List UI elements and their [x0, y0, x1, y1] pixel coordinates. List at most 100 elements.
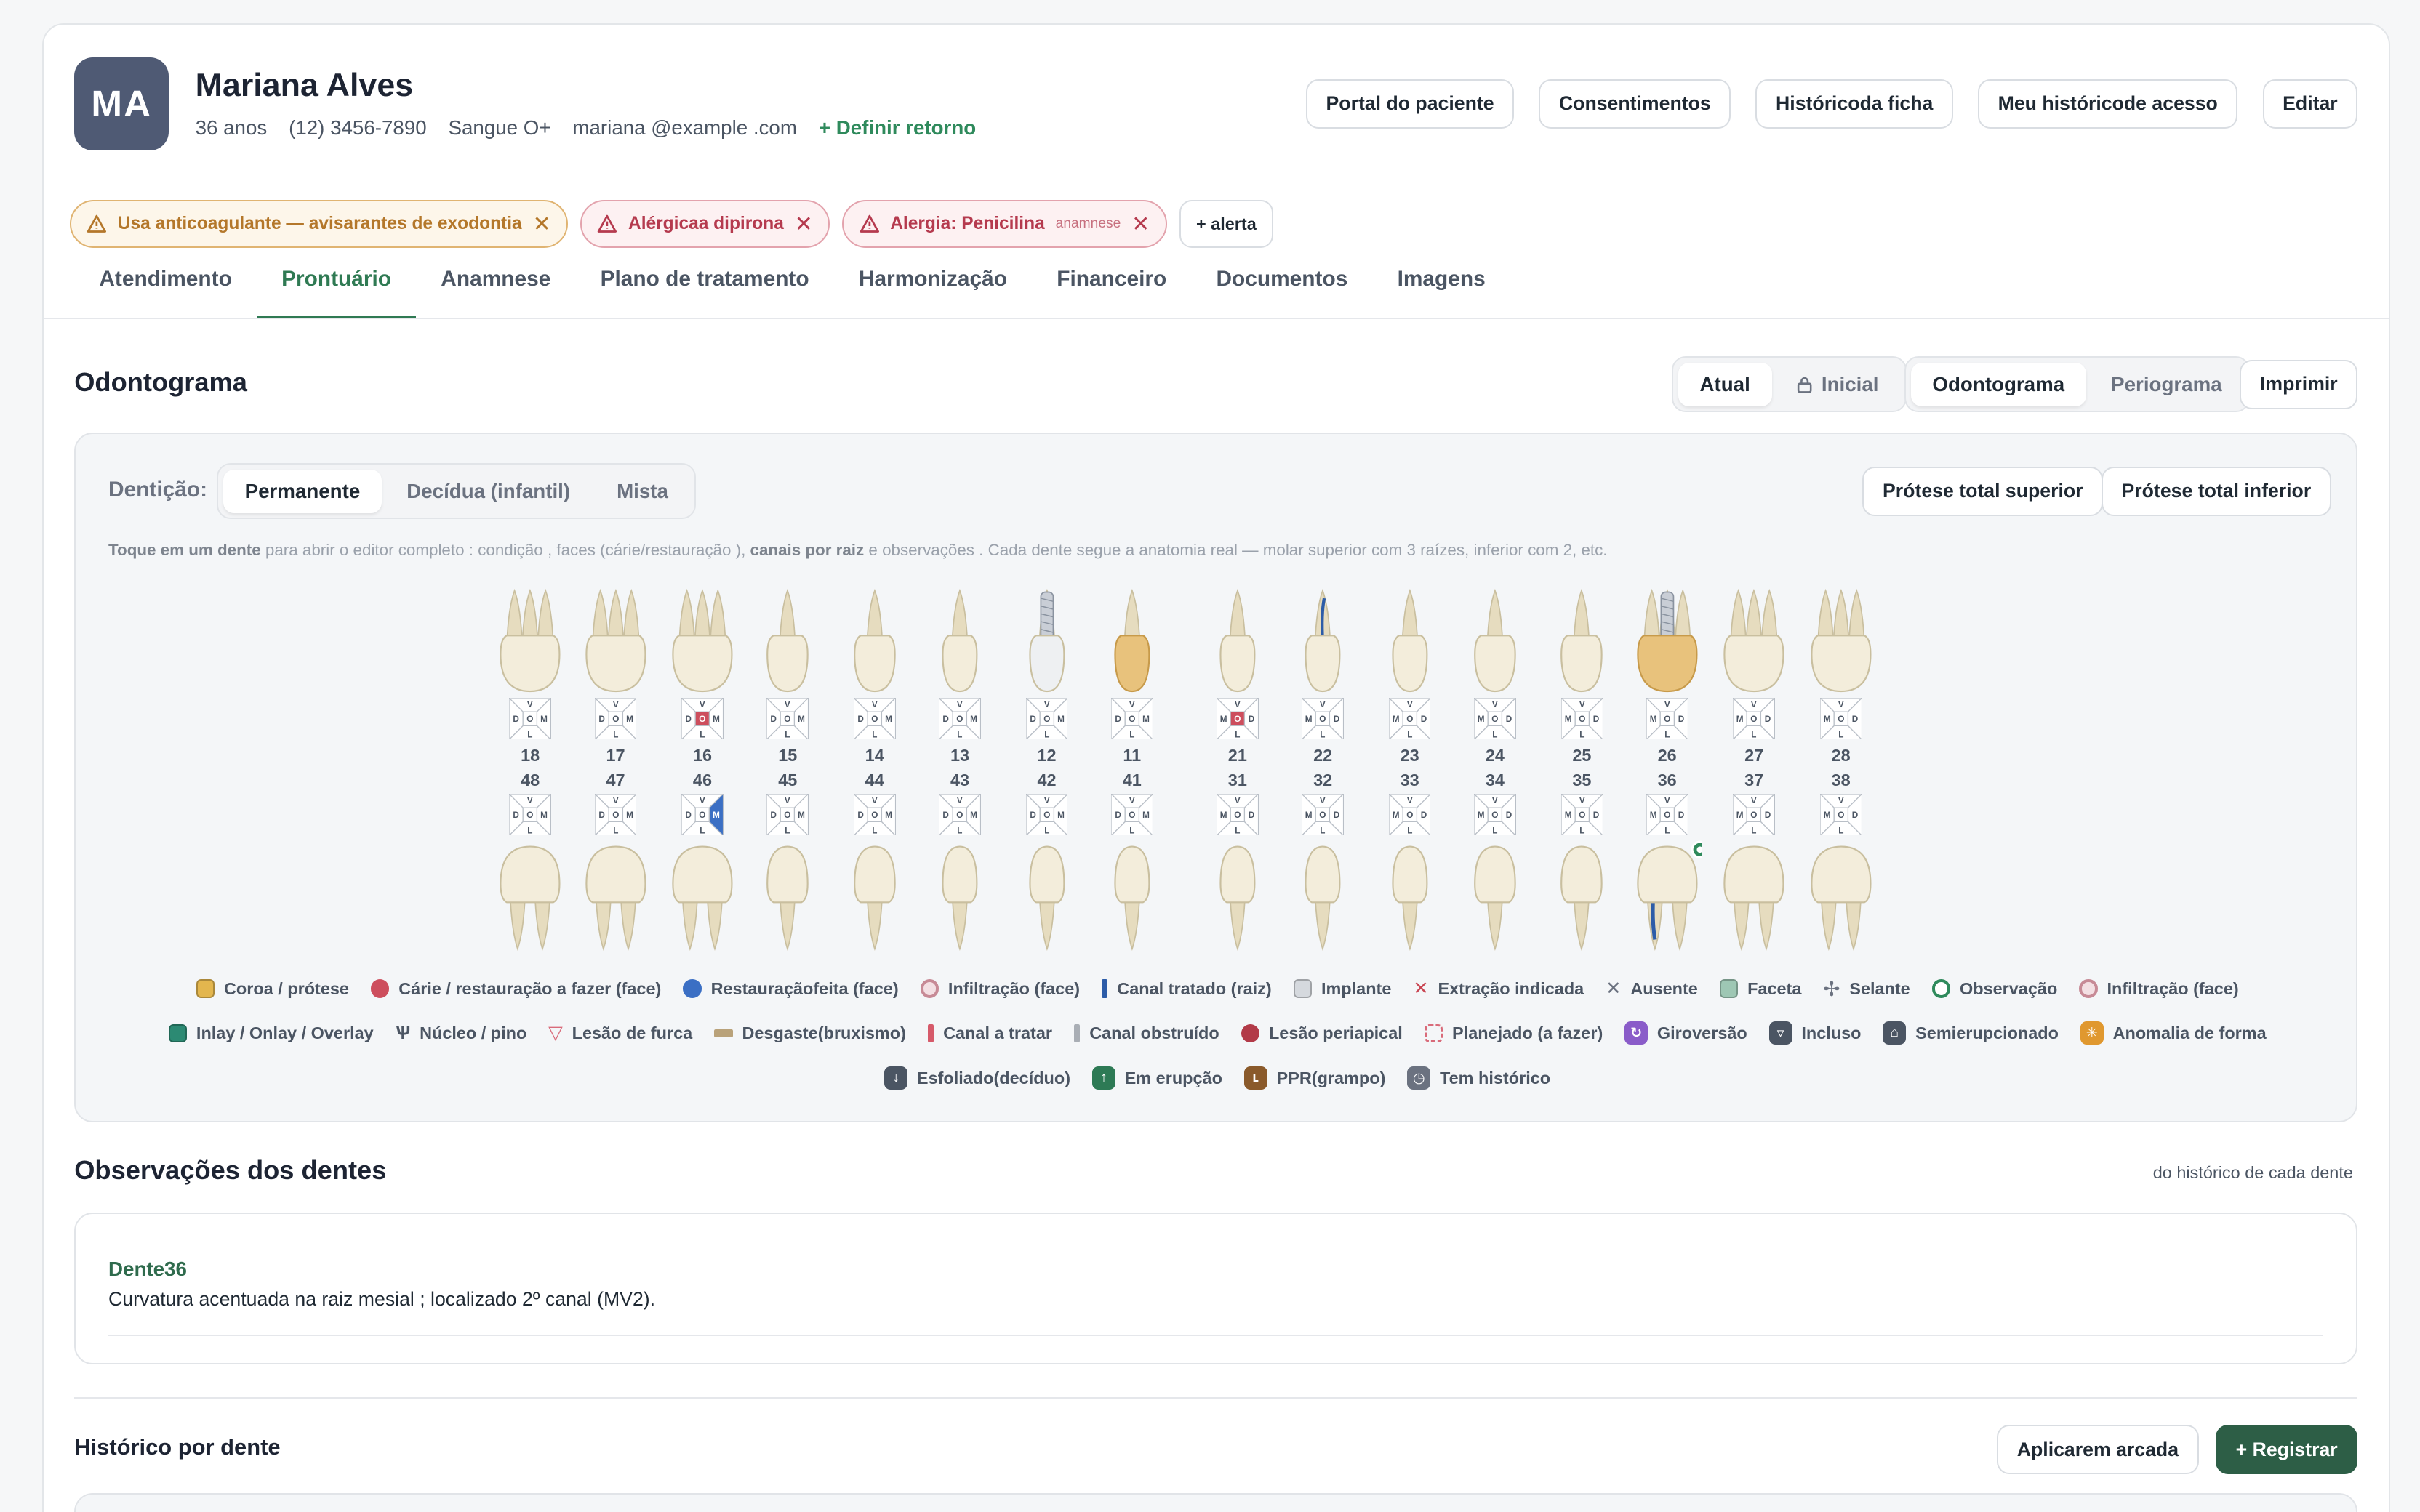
- face-grid-42[interactable]: V LD MO: [1025, 792, 1069, 837]
- face-grid-18[interactable]: V LD MO: [508, 696, 553, 741]
- tooth-38[interactable]: [1807, 840, 1875, 959]
- close-icon[interactable]: ✕: [533, 212, 551, 237]
- access-history-button[interactable]: Meu históricode acesso: [1978, 79, 2238, 129]
- tooth-48[interactable]: [496, 840, 564, 959]
- lower-denture-button[interactable]: Prótese total inferior: [2101, 466, 2331, 516]
- tab-anamnese[interactable]: Anamnese: [416, 267, 575, 318]
- tooth-13[interactable]: [926, 586, 994, 704]
- state-option-atual[interactable]: Atual: [1678, 362, 1772, 406]
- tooth-44[interactable]: [841, 840, 909, 959]
- face-grid-34[interactable]: V LM DO: [1473, 792, 1518, 837]
- tooth-34[interactable]: [1461, 840, 1529, 959]
- face-grid-44[interactable]: V LD MO: [852, 792, 897, 837]
- tooth-25[interactable]: [1547, 586, 1616, 704]
- tooth-24[interactable]: [1461, 586, 1529, 704]
- face-grid-36[interactable]: V LM DO: [1645, 792, 1690, 837]
- tooth-11[interactable]: [1098, 586, 1166, 704]
- tooth-23[interactable]: [1376, 586, 1444, 704]
- tooth-43[interactable]: [926, 840, 994, 959]
- tooth-26[interactable]: [1633, 586, 1702, 704]
- face-grid-11[interactable]: V LD MO: [1110, 696, 1155, 741]
- record-history-button[interactable]: Históricoda ficha: [1755, 79, 1953, 129]
- add-alert-button[interactable]: + alerta: [1179, 200, 1274, 249]
- tooth-37[interactable]: [1720, 840, 1788, 959]
- tooth-47[interactable]: [582, 840, 650, 959]
- face-grid-43[interactable]: V LD MO: [937, 792, 982, 837]
- state-option-inicial[interactable]: Inicial: [1775, 363, 1900, 406]
- tab-documentos[interactable]: Documentos: [1191, 267, 1372, 318]
- face-grid-37[interactable]: V LM DO: [1731, 792, 1776, 837]
- tab-harmonizacao[interactable]: Harmonização: [834, 267, 1032, 318]
- define-return-link[interactable]: + Definir retorno: [819, 116, 976, 140]
- face-grid-22[interactable]: V LM DO: [1300, 696, 1345, 741]
- view-option-periograma[interactable]: Periograma: [2089, 363, 2243, 406]
- face-grid-28[interactable]: V LM DO: [1819, 696, 1863, 741]
- observation-tooth-title[interactable]: Dente36: [108, 1258, 187, 1281]
- svg-text:V: V: [1044, 699, 1050, 709]
- dentition-option-permanente[interactable]: Permanente: [223, 470, 382, 513]
- tooth-17[interactable]: [582, 586, 650, 704]
- dentition-option-decidua[interactable]: Decídua (infantil): [385, 470, 592, 513]
- face-grid-23[interactable]: V LM DO: [1387, 696, 1432, 741]
- apply-arch-button[interactable]: Aplicarem arcada: [1997, 1425, 2199, 1475]
- tab-imagens[interactable]: Imagens: [1372, 267, 1510, 318]
- tab-atendimento[interactable]: Atendimento: [74, 267, 257, 318]
- tooth-35[interactable]: [1547, 840, 1616, 959]
- view-option-odontograma[interactable]: Odontograma: [1910, 362, 2086, 406]
- face-grid-35[interactable]: V LM DO: [1560, 792, 1604, 837]
- face-grid-13[interactable]: V LD MO: [937, 696, 982, 741]
- tooth-42[interactable]: [1013, 840, 1081, 959]
- face-grid-17[interactable]: V LD MO: [593, 696, 638, 741]
- tooth-15[interactable]: [753, 586, 822, 704]
- face-grid-15[interactable]: V LD MO: [765, 696, 810, 741]
- print-button[interactable]: Imprimir: [2240, 359, 2358, 409]
- face-grid-12[interactable]: V LD MO: [1025, 696, 1069, 741]
- face-grid-21[interactable]: V LM DO: [1215, 696, 1260, 741]
- alert-pill[interactable]: Alérgicaa dipirona ✕: [580, 200, 830, 249]
- face-grid-33[interactable]: V LM DO: [1387, 792, 1432, 837]
- tooth-45[interactable]: [753, 840, 822, 959]
- face-grid-48[interactable]: V LD MO: [508, 792, 553, 837]
- face-grid-47[interactable]: V LD MO: [593, 792, 638, 837]
- face-grid-38[interactable]: V LM DO: [1819, 792, 1863, 837]
- tooth-12[interactable]: [1013, 586, 1081, 704]
- tab-prontuario[interactable]: Prontuário: [256, 267, 417, 320]
- tooth-27[interactable]: [1720, 586, 1788, 704]
- register-button[interactable]: + Registrar: [2216, 1425, 2358, 1475]
- alert-pill[interactable]: Alergia: Penicilina anamnese ✕: [842, 200, 1167, 249]
- tooth-33[interactable]: [1376, 840, 1444, 959]
- dentition-option-mista[interactable]: Mista: [595, 470, 690, 513]
- close-icon[interactable]: ✕: [795, 212, 813, 237]
- tooth-41[interactable]: [1098, 840, 1166, 959]
- tooth-22[interactable]: [1289, 586, 1357, 704]
- tab-plano-tratamento[interactable]: Plano de tratamento: [575, 267, 833, 318]
- edit-button[interactable]: Editar: [2262, 79, 2358, 129]
- tooth-46[interactable]: [668, 840, 737, 959]
- tooth-32[interactable]: [1289, 840, 1357, 959]
- face-grid-41[interactable]: V LD MO: [1110, 792, 1155, 837]
- patient-portal-button[interactable]: Portal do paciente: [1305, 79, 1515, 129]
- face-grid-25[interactable]: V LM DO: [1560, 696, 1604, 741]
- face-grid-27[interactable]: V LM DO: [1731, 696, 1776, 741]
- tooth-36[interactable]: [1633, 840, 1709, 959]
- tab-financeiro[interactable]: Financeiro: [1032, 267, 1191, 318]
- tooth-28[interactable]: [1807, 586, 1875, 704]
- tooth-21[interactable]: [1203, 586, 1272, 704]
- face-grid-31[interactable]: V LM DO: [1215, 792, 1260, 837]
- upper-denture-button[interactable]: Prótese total superior: [1862, 466, 2104, 516]
- face-grid-45[interactable]: V LD MO: [765, 792, 810, 837]
- alert-pill[interactable]: Usa anticoagulante — avisarantes de exod…: [69, 200, 568, 249]
- face-grid-26[interactable]: V LM DO: [1645, 696, 1690, 741]
- close-icon[interactable]: ✕: [1131, 212, 1150, 237]
- face-grid-24[interactable]: V LM DO: [1473, 696, 1518, 741]
- face-grid-32[interactable]: V LM DO: [1300, 792, 1345, 837]
- tooth-14[interactable]: [841, 586, 909, 704]
- consents-button[interactable]: Consentimentos: [1539, 79, 1731, 129]
- tooth-31[interactable]: [1203, 840, 1272, 959]
- svg-text:V: V: [1044, 796, 1050, 805]
- face-grid-14[interactable]: V LD MO: [852, 696, 897, 741]
- tooth-18[interactable]: [496, 586, 564, 704]
- face-grid-16[interactable]: V LD MO: [680, 696, 725, 741]
- tooth-16[interactable]: [668, 586, 737, 704]
- face-grid-46[interactable]: V LD MO: [680, 792, 725, 837]
